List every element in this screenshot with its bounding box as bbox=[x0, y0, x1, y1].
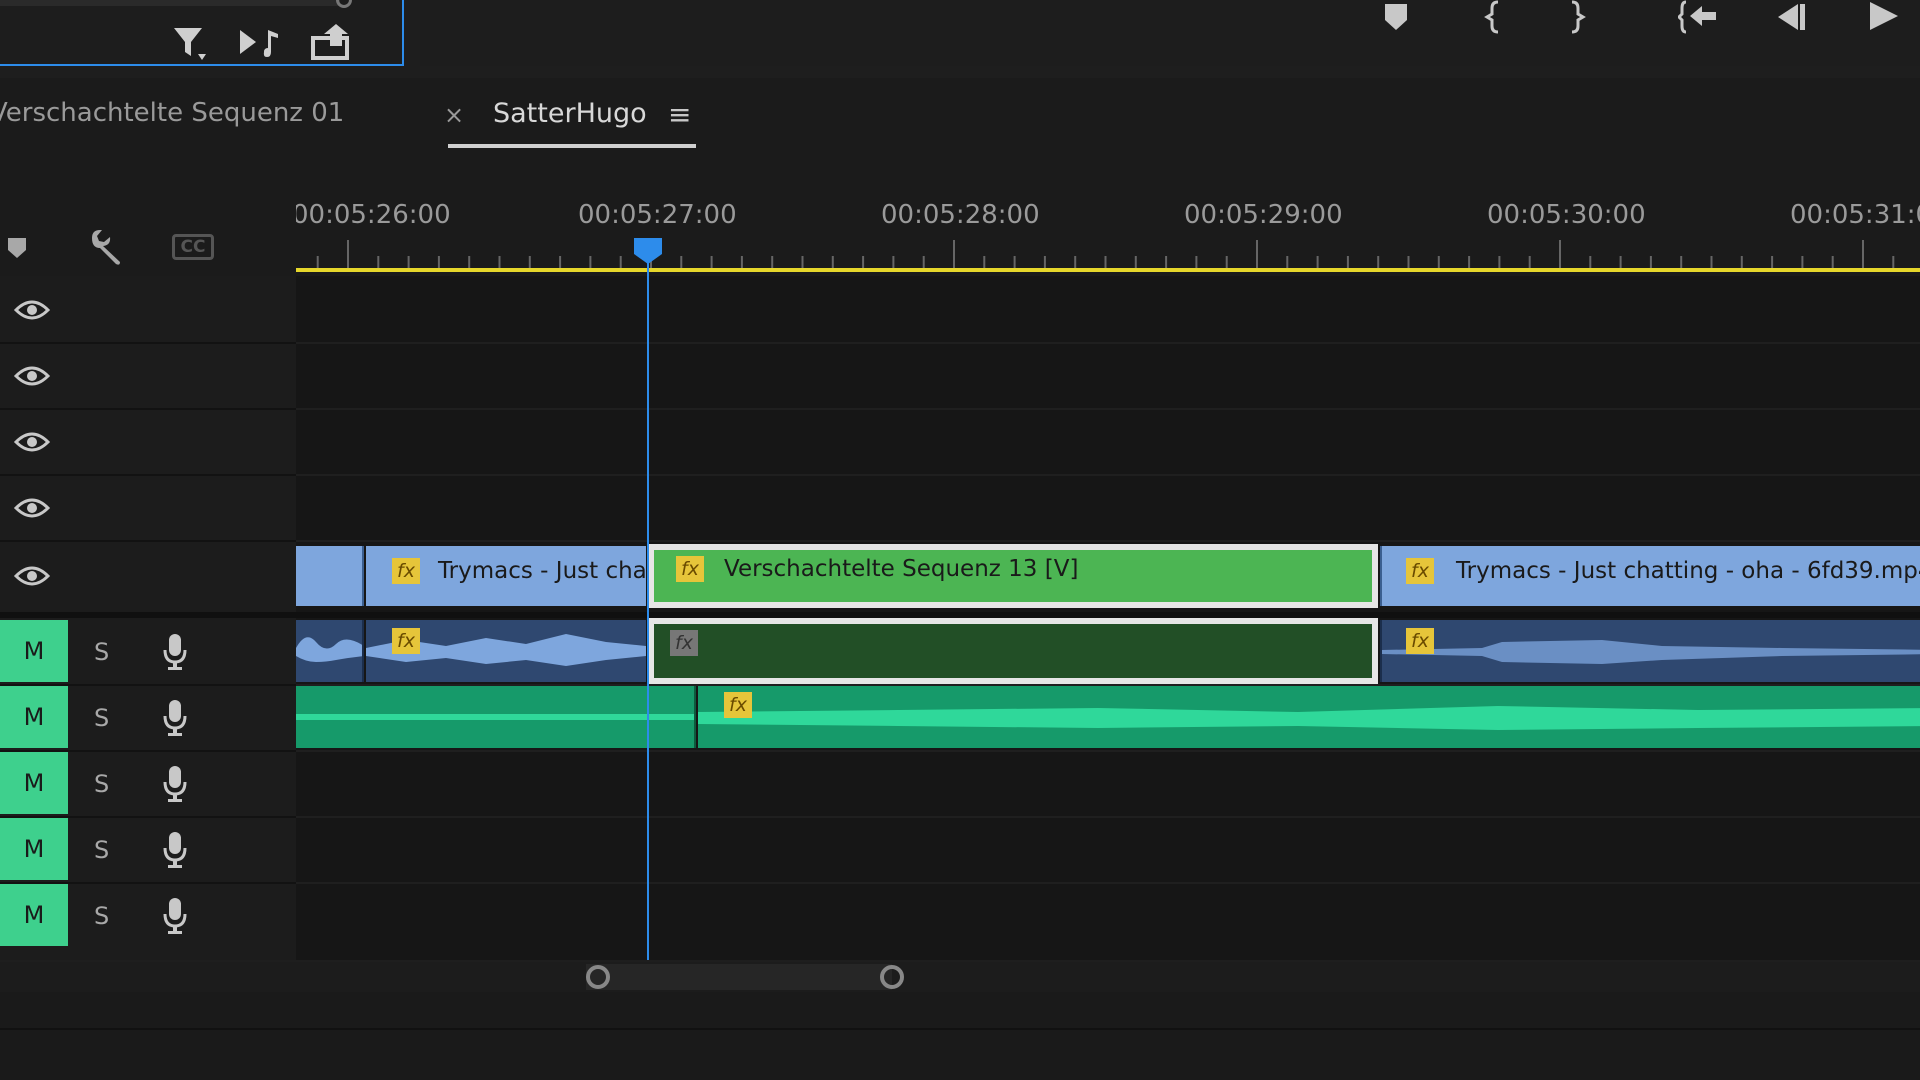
tab-close-icon[interactable]: × bbox=[444, 101, 464, 129]
audio-clip-trymacs-left[interactable]: fx bbox=[366, 620, 646, 682]
eye-icon[interactable] bbox=[14, 366, 50, 386]
add-marker-icon[interactable] bbox=[1382, 2, 1412, 32]
wrench-icon[interactable] bbox=[86, 228, 126, 268]
mic-icon[interactable] bbox=[162, 698, 188, 738]
timecode-label: 00:05:26:00 bbox=[296, 200, 451, 230]
ruler-ticks bbox=[316, 240, 1895, 268]
fx-badge: fx bbox=[724, 692, 752, 718]
eye-icon[interactable] bbox=[14, 432, 50, 452]
video-clip[interactable] bbox=[296, 546, 364, 606]
work-area-bar[interactable] bbox=[296, 268, 1920, 272]
solo-button[interactable]: S bbox=[94, 638, 109, 666]
tab-satterhugo[interactable]: SatterHugo bbox=[493, 98, 647, 129]
audio-waveform bbox=[698, 706, 1920, 730]
eye-icon[interactable] bbox=[14, 498, 50, 518]
timecode-label: 00:05:28:00 bbox=[881, 200, 1040, 230]
scrollbar-thumb[interactable] bbox=[586, 964, 892, 990]
audio-clip-a2-left[interactable] bbox=[296, 686, 696, 748]
fx-badge: fx bbox=[676, 556, 704, 582]
mic-icon[interactable] bbox=[162, 830, 188, 870]
clip-name: Trymacs - Just cha bbox=[438, 558, 646, 584]
solo-button[interactable]: S bbox=[94, 704, 109, 732]
mute-button[interactable]: M bbox=[0, 818, 68, 880]
audio-waveform bbox=[1382, 640, 1920, 664]
clip-name: Trymacs - Just chatting - oha - 6fd39.mp… bbox=[1456, 558, 1920, 584]
solo-button[interactable]: S bbox=[94, 836, 109, 864]
fx-badge: fx bbox=[392, 558, 420, 584]
eye-icon[interactable] bbox=[14, 566, 50, 586]
mark-out-icon[interactable] bbox=[1568, 0, 1588, 34]
mute-button[interactable]: M bbox=[0, 620, 68, 682]
timecode-label: 00:05:27:00 bbox=[578, 200, 737, 230]
scrollbar-left-handle[interactable] bbox=[586, 965, 610, 989]
fx-badge: fx bbox=[1406, 558, 1434, 584]
active-tab-underline bbox=[448, 144, 696, 148]
go-to-in-icon[interactable] bbox=[1678, 0, 1720, 34]
marker-icon[interactable] bbox=[6, 236, 30, 262]
step-back-icon[interactable] bbox=[1772, 2, 1808, 32]
audio-clip-a2-main[interactable]: fx bbox=[698, 686, 1920, 748]
eye-icon[interactable] bbox=[14, 300, 50, 320]
footer-divider bbox=[0, 1028, 1920, 1030]
clip-name: Verschachtelte Sequenz 13 [V] bbox=[724, 556, 1079, 582]
audio-clip-nested-sequence[interactable]: fx bbox=[648, 618, 1378, 684]
scrollbar-right-handle[interactable] bbox=[880, 965, 904, 989]
mute-button[interactable]: M bbox=[0, 686, 68, 748]
export-frame-icon[interactable] bbox=[310, 22, 354, 62]
solo-button[interactable]: S bbox=[94, 902, 109, 930]
mark-in-icon[interactable] bbox=[1484, 0, 1504, 34]
timeline-scrollbar[interactable] bbox=[0, 962, 1920, 992]
timecode-label: 00:05:30:00 bbox=[1487, 200, 1646, 230]
mic-icon[interactable] bbox=[162, 632, 188, 672]
mic-icon[interactable] bbox=[162, 764, 188, 804]
video-clip-trymacs-left[interactable]: fx Trymacs - Just cha bbox=[366, 546, 646, 606]
audio-clip[interactable] bbox=[296, 620, 364, 682]
playhead-line[interactable] bbox=[647, 262, 649, 960]
filter-icon[interactable] bbox=[170, 24, 210, 64]
timecode-label: 00:05:29:00 bbox=[1184, 200, 1343, 230]
footer-area bbox=[0, 992, 1920, 1080]
fx-badge: fx bbox=[1406, 628, 1434, 654]
zoom-slider-track[interactable] bbox=[0, 0, 340, 6]
timeline-tracks[interactable]: fx Trymacs - Just cha fx Verschachtelte … bbox=[296, 276, 1920, 960]
mute-button[interactable]: M bbox=[0, 884, 68, 946]
fx-badge: fx bbox=[670, 630, 698, 656]
captions-icon[interactable]: CC bbox=[172, 234, 214, 260]
video-clip-trymacs-right[interactable]: fx Trymacs - Just chatting - oha - 6fd39… bbox=[1380, 546, 1920, 606]
track-headers: M S M S M S M S M S bbox=[0, 276, 296, 960]
insert-audio-icon[interactable] bbox=[238, 24, 284, 64]
panel-menu-icon[interactable]: ≡ bbox=[668, 98, 691, 131]
solo-button[interactable]: S bbox=[94, 770, 109, 798]
tab-nested-sequence-01[interactable]: Verschachtelte Sequenz 01 bbox=[0, 98, 344, 128]
audio-waveform bbox=[296, 637, 362, 662]
audio-waveform bbox=[296, 714, 694, 720]
video-clip-nested-sequence[interactable]: fx Verschachtelte Sequenz 13 [V] bbox=[648, 544, 1378, 608]
mute-button[interactable]: M bbox=[0, 752, 68, 814]
time-ruler[interactable]: 00:05:26:00 00:05:27:00 00:05:28:00 00:0… bbox=[296, 158, 1920, 276]
timeline-header-tools bbox=[0, 158, 296, 276]
play-icon[interactable] bbox=[1866, 0, 1902, 32]
audio-clip-trymacs-right[interactable]: fx bbox=[1380, 620, 1920, 682]
mic-icon[interactable] bbox=[162, 896, 188, 936]
fx-badge: fx bbox=[392, 628, 420, 654]
timecode-label: 00:05:31:00 bbox=[1790, 200, 1920, 230]
